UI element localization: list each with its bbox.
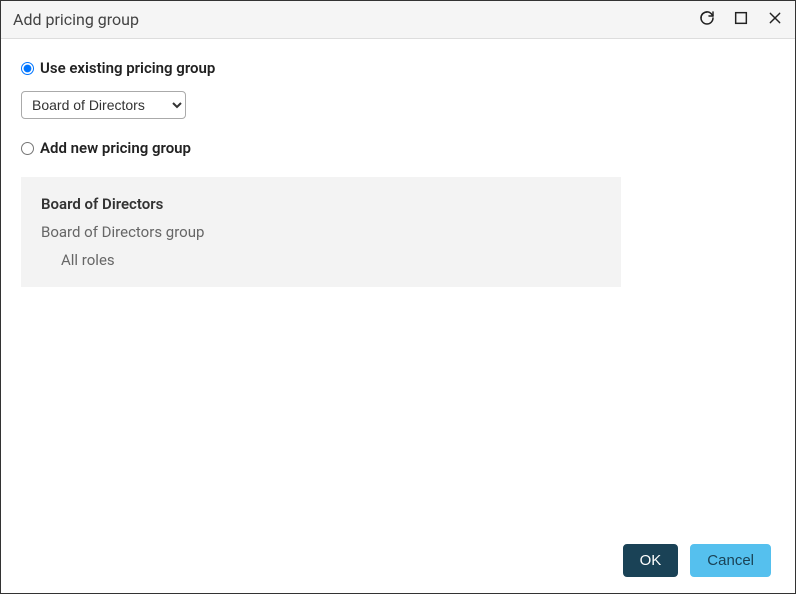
- add-new-row: Add new pricing group: [21, 139, 775, 157]
- add-new-radio[interactable]: [21, 142, 34, 155]
- window-title: Add pricing group: [13, 10, 139, 29]
- dialog-footer: OK Cancel: [1, 528, 795, 593]
- use-existing-radio[interactable]: [21, 62, 34, 75]
- pricing-group-select[interactable]: Board of Directors: [21, 91, 186, 119]
- close-icon[interactable]: [767, 10, 783, 30]
- use-existing-label[interactable]: Use existing pricing group: [40, 59, 215, 77]
- window-controls: [699, 10, 783, 30]
- group-details-box: Board of Directors Board of Directors gr…: [21, 177, 621, 287]
- group-details-roles: All roles: [61, 251, 601, 269]
- cancel-button[interactable]: Cancel: [690, 544, 771, 577]
- ok-button[interactable]: OK: [623, 544, 679, 577]
- use-existing-row: Use existing pricing group: [21, 59, 775, 77]
- maximize-icon[interactable]: [733, 10, 749, 30]
- titlebar: Add pricing group: [1, 1, 795, 39]
- refresh-icon[interactable]: [699, 10, 715, 30]
- group-details-title: Board of Directors: [41, 195, 601, 213]
- group-details-subtitle: Board of Directors group: [41, 223, 601, 241]
- dialog-content: Use existing pricing group Board of Dire…: [1, 39, 795, 528]
- pricing-group-select-wrap: Board of Directors: [21, 91, 775, 119]
- add-new-label[interactable]: Add new pricing group: [40, 139, 191, 157]
